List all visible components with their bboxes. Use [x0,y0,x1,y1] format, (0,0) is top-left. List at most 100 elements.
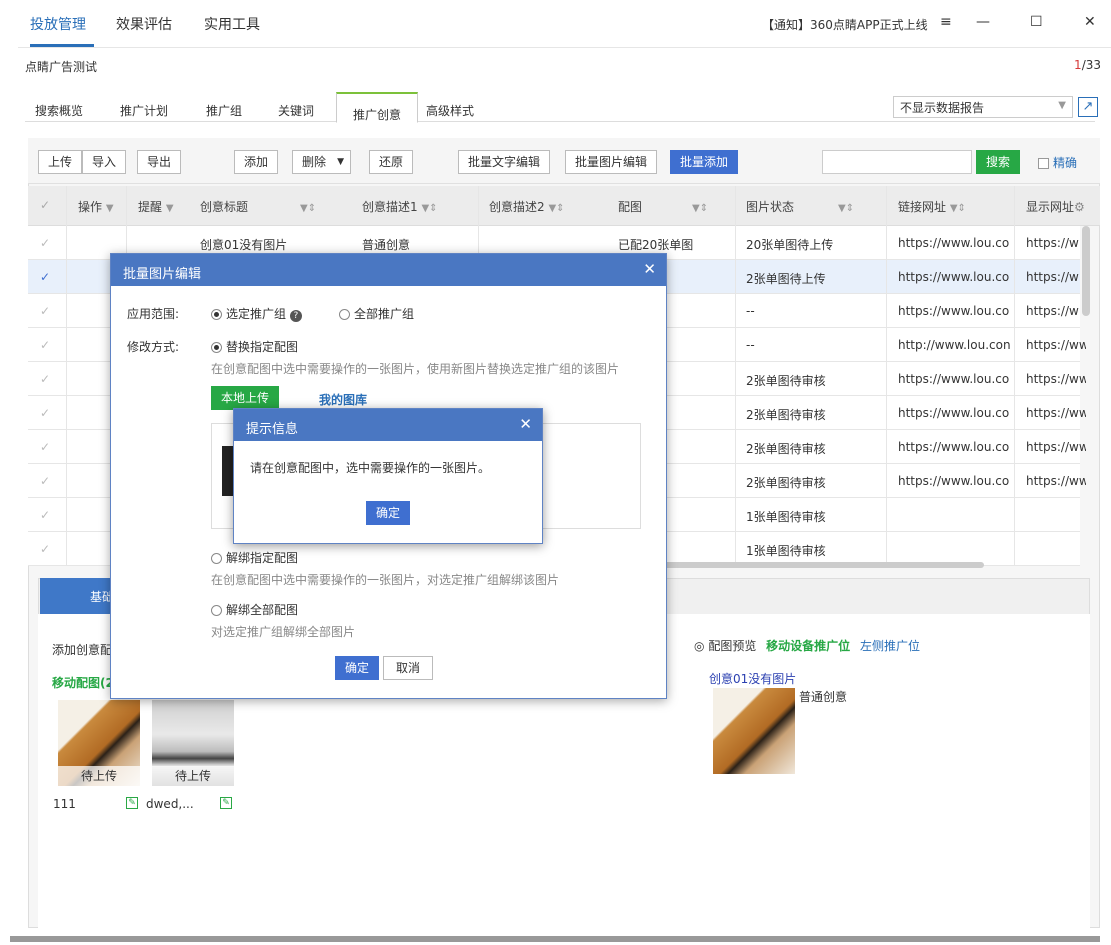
tab-adgroup[interactable]: 推广组 [206,102,242,119]
notice-link[interactable]: 【通知】360点睛APP正式上线 [762,16,928,33]
maximize-icon[interactable]: ☐ [1030,14,1043,30]
cell-status: 2张单图待审核 [746,374,826,388]
filter-sort-icon[interactable]: ▼⇕ [838,203,854,214]
add-creative-image-label: 添加创意配 [52,643,113,657]
col-link-url: 链接网址 ▼⇕ [898,198,966,215]
row-check-icon[interactable]: ✓ [40,304,50,318]
thumbnail-dog[interactable]: 待上传 [58,700,140,786]
my-gallery-link[interactable]: 我的图库 [319,391,367,408]
tab-advanced-style[interactable]: 高级样式 [426,102,474,119]
menu-effect-evaluation[interactable]: 效果评估 [116,14,172,34]
column-divider [886,186,887,566]
cell-link[interactable]: https://www.lou.co [898,474,1022,488]
menu-delivery-management[interactable]: 投放管理 [30,14,86,34]
select-all-check-icon[interactable]: ✓ [40,198,50,212]
row-check-icon[interactable]: ✓ [40,338,50,352]
edit-icon[interactable]: ✎ [126,797,138,809]
filter-sort-icon[interactable]: ▼⇕ [300,203,316,214]
cell-status: 1张单图待审核 [746,510,826,524]
scope-all-radio[interactable]: 全部推广组 [339,305,414,322]
local-upload-button[interactable]: 本地上传 [211,386,280,410]
thumb1-status: 待上传 [58,766,140,786]
filter-icon[interactable]: ▼ [166,203,174,214]
tab-campaign[interactable]: 推广计划 [120,102,168,119]
filter-sort-icon[interactable]: ▼⇕ [692,203,708,214]
row-check-icon[interactable]: ✓ [40,440,50,454]
tip-dialog-title: 提示信息 [246,422,299,437]
batch-image-edit-button[interactable]: 批量图片编辑 [565,150,658,174]
unbind-radio[interactable]: 解绑指定配图 [211,549,298,566]
scope-selected-radio[interactable]: 选定推广组 ? [211,305,302,322]
thumb1-name: 111 [53,797,76,811]
search-button[interactable]: 搜索 [976,150,1021,174]
unbind-all-radio[interactable]: 解绑全部配图 [211,601,298,618]
vertical-scrollbar[interactable] [1082,226,1090,316]
export-report-icon[interactable]: ↗ [1078,97,1098,117]
dialog-ok-button[interactable]: 确定 [335,656,380,680]
cell-status: 2张单图待审核 [746,476,826,490]
col-desc1: 创意描述1 ▼⇕ [362,198,438,215]
edit-icon[interactable]: ✎ [220,797,232,809]
thumbnail-cat[interactable]: 待上传 [152,700,234,786]
cell-link[interactable]: https://www.lou.co [898,406,1022,420]
delete-label: 删除 [302,155,327,169]
cell-show: https://ww [1026,338,1086,352]
report-select[interactable]: 不显示数据报告 ▼ [893,96,1073,118]
add-button[interactable]: 添加 [234,150,279,174]
mode-label: 修改方式: [127,340,180,354]
row-check-icon[interactable]: ✓ [40,236,50,250]
cell-link[interactable]: https://www.lou.co [898,304,1022,318]
row-check-icon[interactable]: ✓ [40,542,50,556]
close-icon[interactable]: ✕ [643,260,656,278]
help-icon[interactable]: ? [289,310,302,322]
row-check-icon[interactable]: ✓ [40,372,50,386]
filter-sort-icon[interactable]: ▼⇕ [421,203,437,214]
checkbox-icon [1038,158,1049,169]
row-check-icon[interactable]: ✓ [40,474,50,488]
cell-link[interactable]: https://www.lou.co [898,270,1022,284]
search-input[interactable] [822,150,972,174]
tab-keyword[interactable]: 关键词 [278,102,314,119]
filter-icon[interactable]: ▼ [106,203,114,214]
preview-mobile-tab[interactable]: 移动设备推广位 [766,639,850,653]
import-button[interactable]: 导入 [82,150,127,174]
horizontal-scrollbar[interactable] [660,562,984,568]
cell-link[interactable]: http://www.lou.con [898,338,1022,352]
col-image-status: 图片状态 ▼⇕ [746,198,854,215]
row-check-icon[interactable]: ✓ [40,406,50,420]
close-icon[interactable]: ✕ [1084,14,1096,30]
close-icon[interactable]: ✕ [519,415,532,433]
tab-creative[interactable]: 推广创意 [336,92,419,123]
gear-icon[interactable]: ⚙ [1074,200,1085,214]
menu-tools[interactable]: 实用工具 [204,14,260,34]
thumb2-status: 待上传 [152,766,234,786]
tip-ok-button[interactable]: 确定 [366,501,411,525]
minimize-icon[interactable]: — [976,14,990,30]
export-button[interactable]: 导出 [137,150,182,174]
preview-desc: 普通创意 [799,690,848,704]
col-image: 配图 ▼⇕ [618,198,708,215]
dialog-cancel-button[interactable]: 取消 [383,656,434,680]
cell-link[interactable]: https://www.lou.co [898,236,1022,250]
tip-dialog-header: 提示信息 ✕ [234,409,542,441]
exact-checkbox[interactable]: 精确 [1038,154,1077,171]
column-divider [735,186,736,566]
batch-add-button[interactable]: 批量添加 [670,150,739,174]
filter-sort-icon[interactable]: ▼⇕ [950,203,966,214]
delete-button[interactable]: 删除 ▼ [292,150,352,174]
cell-status: -- [746,338,755,352]
cell-link[interactable]: https://www.lou.co [898,440,1022,454]
batch-text-edit-button[interactable]: 批量文字编辑 [458,150,551,174]
row-check-icon[interactable]: ✓ [40,508,50,522]
cell-link[interactable]: https://www.lou.co [898,372,1022,386]
filter-sort-icon[interactable]: ▼⇕ [548,203,564,214]
restore-button[interactable]: 还原 [369,150,414,174]
preview-left-tab[interactable]: 左侧推广位 [860,639,920,653]
menu-icon[interactable]: ≡ [940,14,952,30]
row-check-icon[interactable]: ✓ [40,270,50,284]
tab-search-overview[interactable]: 搜索概览 [35,102,83,119]
dialog-title: 批量图片编辑 [123,267,202,282]
upload-button[interactable]: 上传 [38,150,83,174]
replace-radio[interactable]: 替换指定配图 [211,338,298,355]
detail-tab-basic[interactable]: 基础 [40,578,120,614]
